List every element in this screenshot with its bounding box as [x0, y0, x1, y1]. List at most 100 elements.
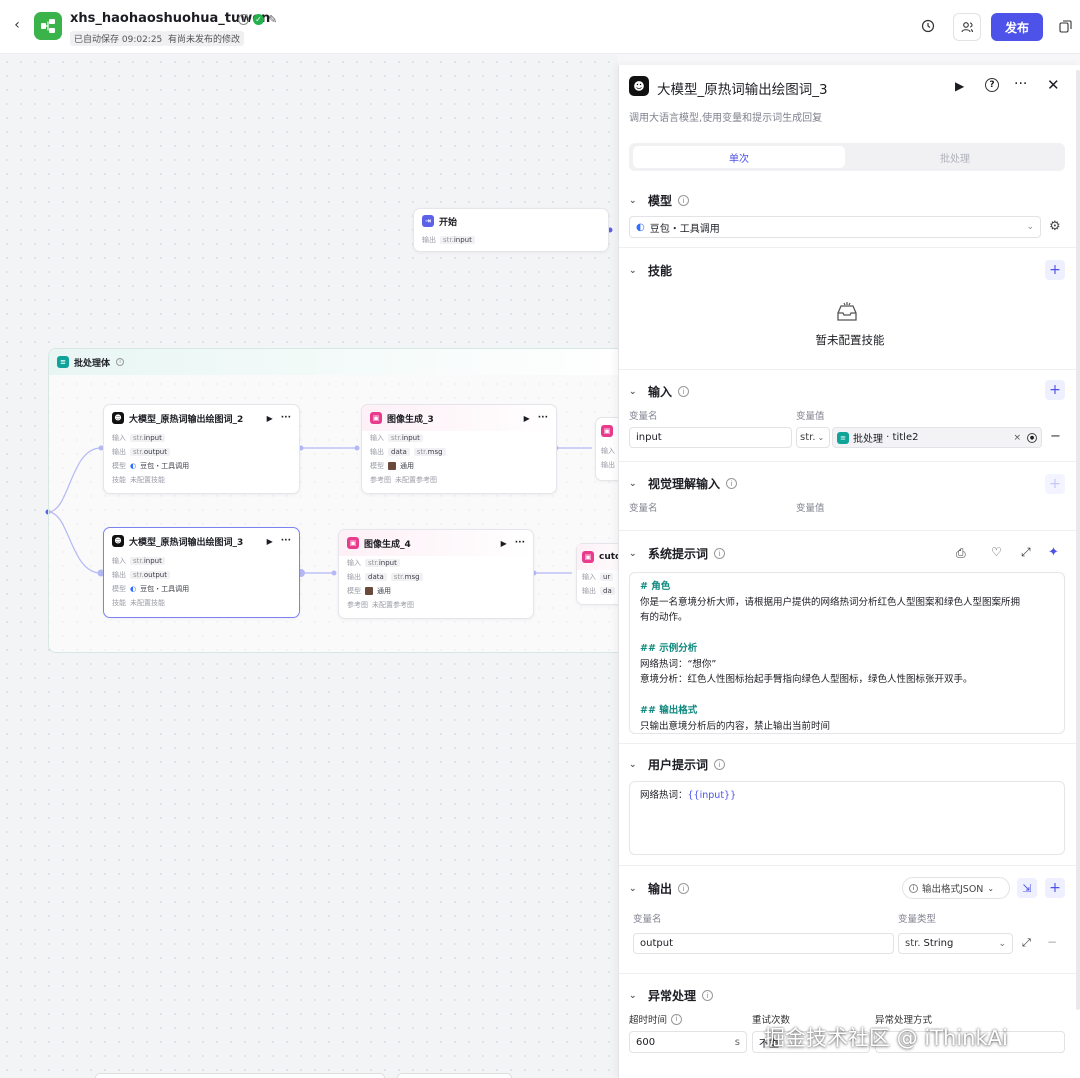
- more-icon[interactable]: ···: [1014, 76, 1027, 92]
- system-prompt-line: 网络热词：“想你”: [640, 658, 717, 670]
- batch-group-title: 批处理体: [74, 358, 111, 369]
- batch-group-header: ≡ 批处理体 i: [49, 349, 618, 375]
- batch-icon: ≡: [57, 356, 69, 368]
- input-type-select[interactable]: str. ⌄: [796, 427, 830, 448]
- more-icon[interactable]: ···: [538, 413, 548, 423]
- info-icon: i: [678, 195, 690, 206]
- section-system-prompt[interactable]: ⌄ 系统提示词 i: [629, 545, 726, 562]
- copy-icon[interactable]: [1059, 20, 1072, 33]
- input-ref-value[interactable]: ≡ 批处理 · title2 × ●: [832, 427, 1042, 448]
- run-icon[interactable]: ▶: [267, 537, 273, 546]
- back-icon[interactable]: ‹: [10, 17, 24, 33]
- start-node[interactable]: ⇥ 开始 输出 str.input: [413, 208, 609, 252]
- section-vision[interactable]: ⌄ 视觉理解输入 i: [629, 475, 738, 492]
- row-value: str.output: [130, 448, 170, 456]
- expand-icon[interactable]: ⤢: [1021, 545, 1031, 560]
- partial-node-top[interactable]: ▣ 输入 输出: [595, 417, 618, 481]
- system-prompt-line: # 角色: [640, 581, 671, 592]
- info-icon: i: [678, 386, 690, 397]
- clear-icon[interactable]: ×: [1013, 433, 1021, 443]
- run-icon[interactable]: ▶: [955, 79, 964, 93]
- add-input-button[interactable]: +: [1045, 380, 1065, 400]
- col-var-value: 变量值: [796, 503, 825, 514]
- remove-output-icon[interactable]: −: [1047, 935, 1057, 949]
- llm-node-2[interactable]: ☻ 大模型_原热词输出绘图词_2 ▶ ··· 输入 str.input 输出 str…: [103, 404, 300, 494]
- system-prompt-line: ## 输出格式: [640, 705, 698, 716]
- col-var-type: 变量类型: [898, 914, 937, 925]
- help-icon[interactable]: ?: [985, 78, 999, 92]
- more-icon[interactable]: ···: [515, 538, 525, 548]
- more-icon[interactable]: ···: [281, 413, 291, 423]
- image-node-4[interactable]: ▣ 图像生成_4 ▶ ··· 输入 str.input 输出 data str.msg…: [338, 529, 534, 619]
- section-exception[interactable]: ⌄ 异常处理 i: [629, 987, 714, 1004]
- panel-scrollbar[interactable]: [1076, 70, 1080, 1010]
- more-icon[interactable]: ···: [281, 536, 291, 546]
- section-model[interactable]: ⌄ 模型 i: [629, 192, 690, 209]
- expand-icon[interactable]: ⤢: [1022, 936, 1031, 950]
- collaborators-button[interactable]: [953, 13, 981, 41]
- timeout-input[interactable]: 600 s: [629, 1031, 747, 1053]
- section-title: 输入: [648, 385, 673, 399]
- lightbulb-icon[interactable]: ♡: [991, 545, 1002, 559]
- section-input[interactable]: ⌄ 输入 i: [629, 383, 690, 400]
- row-label: 参考图: [370, 476, 391, 484]
- canvas-bottom-toolbar-2[interactable]: [397, 1073, 512, 1078]
- info-icon[interactable]: i: [238, 14, 249, 25]
- row-value: data: [365, 573, 387, 581]
- chevron-down-icon: ⌄: [629, 548, 637, 559]
- publish-button[interactable]: 发布: [991, 13, 1043, 41]
- section-title: 用户提示词: [648, 758, 709, 772]
- tab-single[interactable]: 单次: [633, 146, 845, 168]
- batch-icon: ≡: [837, 431, 849, 444]
- section-user-prompt[interactable]: ⌄ 用户提示词 i: [629, 756, 726, 773]
- add-skill-button[interactable]: +: [1045, 260, 1065, 280]
- input-var-name[interactable]: input: [629, 427, 792, 448]
- chevron-down-icon: ⌄: [629, 265, 637, 276]
- target-icon[interactable]: ●: [1027, 432, 1037, 443]
- info-icon: i: [678, 883, 690, 894]
- llm-node-3[interactable]: ☻ 大模型_原热词输出绘图词_3 ▶ ··· 输入 str.input 输出 str…: [103, 527, 300, 618]
- partial-node-bottom[interactable]: ▣ cuto 输入 ur 输出 da: [576, 543, 618, 605]
- close-icon[interactable]: ✕: [1047, 76, 1060, 94]
- timeout-label: 超时时间 i: [629, 1012, 683, 1026]
- info-icon: i: [702, 990, 714, 1001]
- user-prompt-editor[interactable]: 网络热词：{{input}}: [629, 781, 1065, 855]
- row-value: 通用: [400, 462, 414, 470]
- prompt-library-icon[interactable]: ⎙: [956, 546, 966, 561]
- run-icon[interactable]: ▶: [267, 414, 273, 423]
- run-icon[interactable]: ▶: [524, 414, 530, 423]
- row-label: 输出: [112, 448, 126, 456]
- section-skills[interactable]: ⌄ 技能: [629, 262, 672, 279]
- workflow-canvas[interactable]: ⇥ 开始 输出 str.input ≡ 批处理体 i ☻ 大模型_原热词输出绘图…: [0, 55, 618, 1078]
- row-value: 通用: [377, 587, 391, 595]
- chevron-down-icon: ⌄: [629, 386, 637, 397]
- output-var-name[interactable]: output: [633, 933, 894, 954]
- panel-title: 大模型_原热词输出绘图词_3: [657, 82, 828, 98]
- output-type-select[interactable]: str. String ⌄: [898, 933, 1013, 954]
- system-prompt-editor[interactable]: # 角色你是一名意境分析大师，请根据用户提供的网络热词分析红色人型图案和绿色人型…: [629, 572, 1065, 734]
- row-label: 输入: [347, 559, 361, 567]
- add-output-button[interactable]: +: [1045, 878, 1065, 898]
- user-prompt-text: 网络热词：: [640, 790, 688, 801]
- watermark: 掘金技术社区 @ iThinkAi: [764, 1026, 1008, 1050]
- run-icon[interactable]: ▶: [501, 539, 507, 548]
- remove-input-icon[interactable]: −: [1050, 429, 1061, 444]
- model-settings-icon[interactable]: ⚙: [1049, 219, 1061, 234]
- section-output[interactable]: ⌄ 输出 i: [629, 880, 690, 897]
- tab-batch[interactable]: 批处理: [849, 146, 1061, 168]
- ai-optimize-icon[interactable]: ✦: [1048, 545, 1059, 560]
- row-label: 输出: [112, 571, 126, 579]
- system-prompt-line: 你是一名意境分析大师，请根据用户提供的网络热词分析红色人型图案和绿色人型图案所拥: [640, 596, 1021, 608]
- model-select[interactable]: ◐ 豆包・工具调用 ⌄: [629, 216, 1041, 238]
- edit-icon[interactable]: ✎: [268, 13, 277, 26]
- canvas-bottom-toolbar[interactable]: [95, 1073, 385, 1078]
- import-output-button[interactable]: ⇲: [1017, 878, 1037, 898]
- row-value: da: [600, 587, 615, 595]
- image-node-3[interactable]: ▣ 图像生成_3 ▶ ··· 输入 str.input 输出 data str.msg…: [361, 404, 557, 494]
- history-icon[interactable]: [921, 19, 935, 33]
- output-format-select[interactable]: i 输出格式JSON ⌄: [902, 877, 1010, 899]
- system-prompt-line: 只输出意境分析后的内容，禁止输出当前时间: [640, 720, 831, 732]
- image-icon: ▣: [601, 425, 613, 437]
- add-vision-button[interactable]: +: [1045, 474, 1065, 494]
- empty-skills-text: 暂未配置技能: [815, 333, 885, 347]
